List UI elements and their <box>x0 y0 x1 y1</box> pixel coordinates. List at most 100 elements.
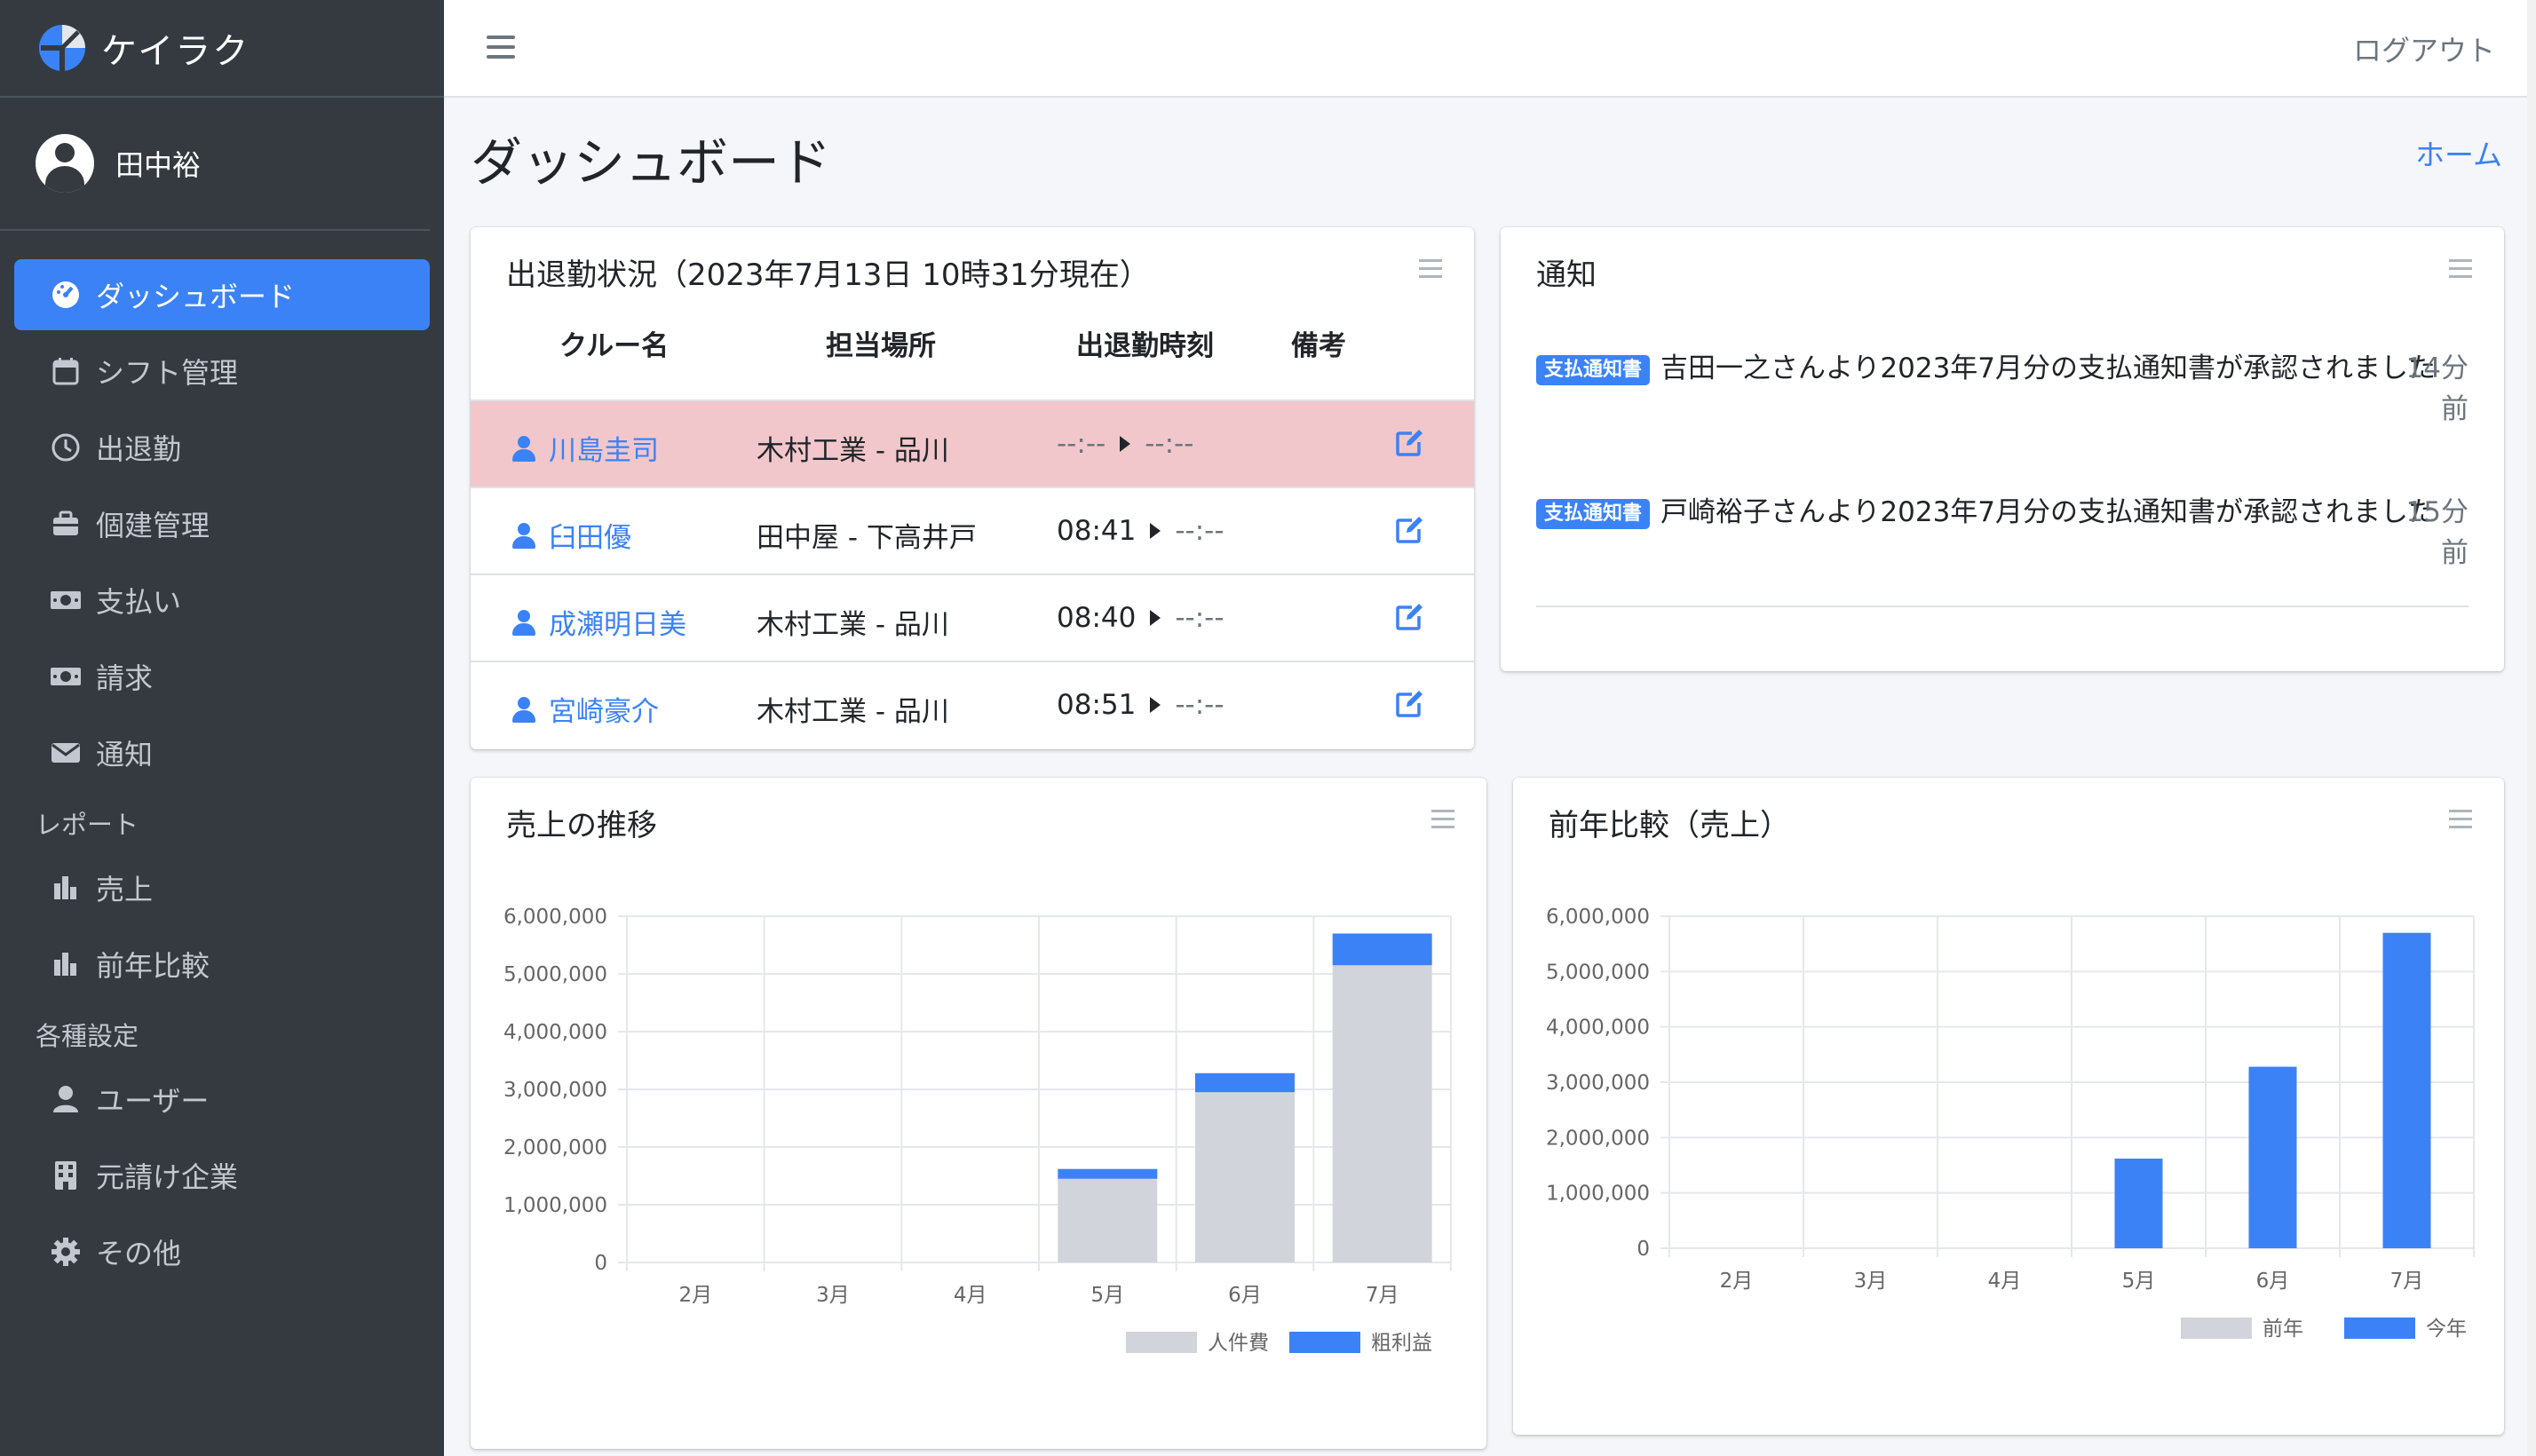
clock-in: 08:51 <box>1057 689 1137 721</box>
sidebar-item-contractors[interactable]: 元請け企業 <box>14 1140 430 1211</box>
sidebar-item-label: シフト管理 <box>96 356 239 390</box>
x-tick-label: 5月 <box>2122 1270 2156 1293</box>
user-icon <box>511 695 536 724</box>
bar-今年 <box>2382 932 2431 1248</box>
x-tick-label: 4月 <box>1988 1270 2022 1293</box>
crew-name-link[interactable]: 宮崎豪介 <box>511 689 659 729</box>
notice-item[interactable]: 支払通知書 吉田一之さんより2023年7月分の支払通知書が承認されました <box>1536 348 2469 389</box>
sales-trend-chart: 6,000,000 5,000,000 4,000,000 3,000,000 2,00… <box>503 906 1452 1355</box>
sidebar-item-other[interactable]: その他 <box>14 1216 430 1287</box>
y-tick-label: 3,000,000 <box>503 1079 607 1102</box>
money-icon <box>50 661 82 692</box>
column-header: 出退勤時刻 <box>1076 330 1214 362</box>
table-row[interactable]: 川島圭司 木村工業 - 品川 --:-- --:-- <box>471 400 1474 487</box>
bar-今年 <box>2248 1066 2297 1248</box>
legend-swatch <box>2344 1318 2415 1339</box>
attendance-card: 出退勤状況（2023年7月13日 10時31分現在） クルー名 担当場所 出退勤… <box>471 227 1474 749</box>
x-tick-label: 6月 <box>2256 1270 2290 1293</box>
calendar-icon <box>50 355 82 387</box>
sidebar-item-label: 元請け企業 <box>96 1160 239 1194</box>
tachometer-icon <box>50 279 82 311</box>
y-tick-label: 2,000,000 <box>1546 1127 1650 1150</box>
bar-粗利益 <box>1195 1072 1295 1093</box>
crew-name-link[interactable]: 成瀬明日美 <box>511 602 686 642</box>
x-tick-label: 7月 <box>2390 1270 2424 1293</box>
nav-header-report: レポート <box>36 810 139 840</box>
clock-out: --:-- <box>1175 602 1224 634</box>
y-tick-label: 3,000,000 <box>1546 1072 1650 1095</box>
divider <box>1536 605 2469 607</box>
sidebar-nav: ダッシュボード シフト管理 出退勤 個建管理 支払い 請求 通知 レポート 売上… <box>0 231 444 1287</box>
sidebar-item-yoy[interactable]: 前年比較 <box>14 929 430 1000</box>
legend-swatch <box>1289 1332 1360 1353</box>
y-tick-label: 1,000,000 <box>1546 1183 1650 1206</box>
building-icon <box>50 1159 82 1191</box>
sidebar-item-label: 個建管理 <box>96 509 210 542</box>
column-header: 備考 <box>1291 330 1346 362</box>
user-icon <box>50 1083 82 1115</box>
column-header: 担当場所 <box>826 330 936 362</box>
y-tick-label: 4,000,000 <box>1546 1017 1650 1040</box>
card-menu-icon[interactable] <box>1419 259 1442 281</box>
sidebar-item-billing[interactable]: 請求 <box>14 641 430 712</box>
clock-in: 08:41 <box>1057 515 1137 547</box>
caret-right-icon <box>1120 436 1131 452</box>
logout-link[interactable]: ログアウト <box>2353 28 2495 69</box>
user-icon <box>511 521 536 550</box>
sidebar-item-dashboard[interactable]: ダッシュボード <box>14 259 430 330</box>
sidebar-item-sales[interactable]: 売上 <box>14 852 430 923</box>
crew-name: 宮崎豪介 <box>549 696 659 728</box>
clock-out: --:-- <box>1175 689 1224 721</box>
caret-right-icon <box>1150 523 1161 539</box>
edit-icon[interactable] <box>1394 602 1424 632</box>
legend-label: 前年 <box>2263 1318 2303 1341</box>
sidebar-item-shift[interactable]: シフト管理 <box>14 336 430 407</box>
notice-badge: 支払通知書 <box>1536 355 1651 385</box>
legend-label: 粗利益 <box>1371 1332 1432 1355</box>
scrollbar[interactable] <box>2527 0 2536 1456</box>
legend-label: 人件費 <box>1208 1332 1269 1355</box>
table-row[interactable]: 成瀬明日美 木村工業 - 品川 08:40 --:-- <box>471 574 1474 661</box>
notice-item[interactable]: 支払通知書 戸崎裕子さんより2023年7月分の支払通知書が承認されました <box>1536 492 2469 533</box>
user-panel[interactable]: 田中裕 <box>0 98 430 231</box>
user-icon <box>511 608 536 637</box>
bar-chart-icon <box>50 948 82 980</box>
envelope-icon <box>50 737 82 769</box>
bar-人件費 <box>1195 1092 1295 1262</box>
table-row[interactable]: 臼田優 田中屋 - 下高井戸 08:41 --:-- <box>471 487 1474 574</box>
sidebar-item-label: 出退勤 <box>96 432 182 466</box>
sidebar-item-kodate[interactable]: 個建管理 <box>14 488 430 559</box>
sidebar-item-notice[interactable]: 通知 <box>14 717 430 788</box>
time-range: --:-- --:-- <box>1057 428 1193 460</box>
brand-logo-icon <box>36 21 89 75</box>
x-tick-label: 2月 <box>1720 1270 1754 1293</box>
notice-text: 戸崎裕子さんより2023年7月分の支払通知書が承認されました <box>1660 496 2437 528</box>
crew-name-link[interactable]: 川島圭司 <box>511 428 659 468</box>
sidebar-item-users[interactable]: ユーザー <box>14 1064 430 1135</box>
notice-badge: 支払通知書 <box>1536 499 1651 529</box>
sidebar-item-attendance[interactable]: 出退勤 <box>14 412 430 483</box>
card-menu-icon[interactable] <box>2449 259 2472 281</box>
table-row[interactable]: 宮崎豪介 木村工業 - 品川 08:51 --:-- <box>471 661 1474 748</box>
avatar-icon <box>36 134 94 193</box>
menu-toggle-icon[interactable] <box>487 36 515 60</box>
x-tick-label: 4月 <box>954 1284 987 1307</box>
user-name: 田中裕 <box>115 148 202 182</box>
breadcrumb-home[interactable]: ホーム <box>2415 131 2502 174</box>
y-tick-label: 6,000,000 <box>503 906 607 929</box>
sales-trend-card: 売上の推移 6,000,000 5,000,000 4,000,000 3,000,0… <box>471 778 1486 1449</box>
notice-card: 通知 支払通知書 吉田一之さんより2023年7月分の支払通知書が承認されました 1… <box>1501 227 2504 671</box>
edit-icon[interactable] <box>1394 689 1424 719</box>
sidebar-item-payment[interactable]: 支払い <box>14 565 430 636</box>
attendance-title: 出退勤状況（2023年7月13日 10時31分現在） <box>506 257 1150 293</box>
brand[interactable]: ケイラク <box>0 0 444 98</box>
caret-right-icon <box>1150 697 1161 713</box>
edit-icon[interactable] <box>1394 515 1424 545</box>
crew-name-link[interactable]: 臼田優 <box>511 515 631 555</box>
edit-icon[interactable] <box>1394 428 1424 458</box>
caret-right-icon <box>1150 610 1161 626</box>
place: 木村工業 - 品川 <box>757 696 949 728</box>
sidebar: ケイラク 田中裕 ダッシュボード シフト管理 出退勤 個建管理 支払い 請求 通… <box>0 0 444 1456</box>
y-tick-label: 5,000,000 <box>1546 961 1650 984</box>
column-header: クルー名 <box>559 330 670 362</box>
